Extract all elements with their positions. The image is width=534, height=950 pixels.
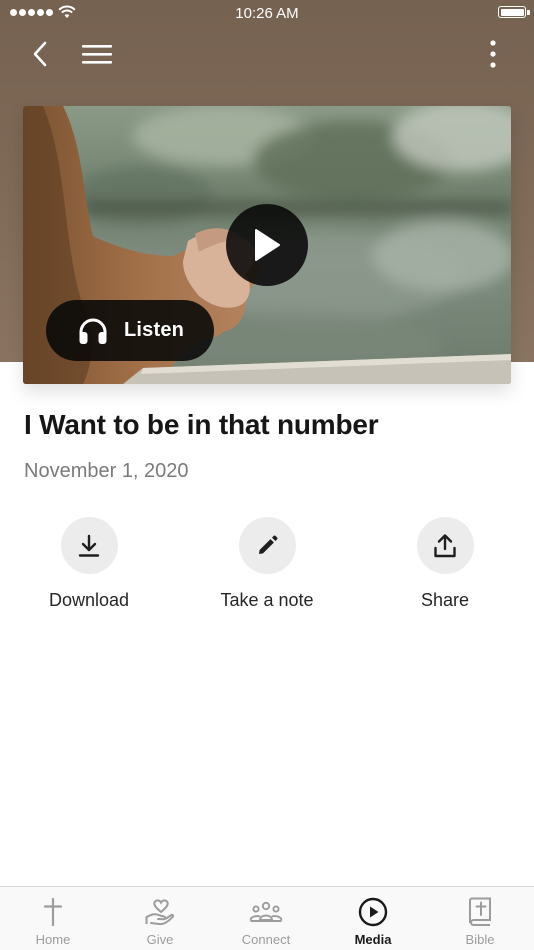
share-icon [434,533,456,557]
media-title: I Want to be in that number [24,409,379,440]
status-time: 10:26 AM [235,5,299,22]
play-circle-icon [358,897,388,927]
app-screen: 10:26 AM Listen I Want to be in that num… [0,0,534,950]
media-artwork[interactable]: Listen [23,106,511,384]
give-hand-heart-icon [145,899,175,926]
more-vertical-icon [490,40,496,68]
menu-button[interactable] [75,32,119,76]
battery-nub [527,10,530,15]
download-icon [78,534,100,557]
tab-connect[interactable]: Connect [213,887,319,950]
cross-icon [43,898,63,926]
share-button[interactable]: Share [365,517,525,611]
status-bar: 10:26 AM [0,0,534,28]
action-row: Download Take a note Share [0,517,534,617]
tab-home[interactable]: Home [0,887,106,950]
more-options-button[interactable] [471,32,515,76]
back-button[interactable] [18,32,62,76]
download-label: Download [48,590,130,610]
media-date: November 1, 2020 [24,460,189,482]
tab-connect-label: Connect [241,932,291,947]
pencil-icon [259,535,278,554]
tab-give[interactable]: Give [107,887,213,950]
tab-media-label: Media [354,932,392,947]
download-button[interactable]: Download [9,517,169,611]
play-icon [255,229,280,261]
note-circle [238,517,296,574]
tab-bible-label: Bible [465,932,495,947]
listen-button[interactable]: Listen [46,300,214,361]
tab-bar: Home Give Connect Media Bible [0,886,534,950]
hamburger-menu-icon [82,45,112,64]
take-note-button[interactable]: Take a note [187,517,347,611]
headphones-icon [78,317,108,345]
play-button[interactable] [226,204,308,286]
chevron-left-icon [33,41,47,67]
battery-icon [498,6,526,18]
share-circle [416,517,474,574]
bible-icon [469,897,491,926]
download-circle [60,517,118,574]
tab-give-label: Give [146,932,174,947]
take-note-label: Take a note [220,590,314,610]
group-icon [249,901,283,922]
listen-label: Listen [124,319,185,341]
tab-media[interactable]: Media [320,887,426,950]
tab-bible[interactable]: Bible [427,887,533,950]
tab-home-label: Home [35,932,71,947]
share-label: Share [420,590,470,610]
